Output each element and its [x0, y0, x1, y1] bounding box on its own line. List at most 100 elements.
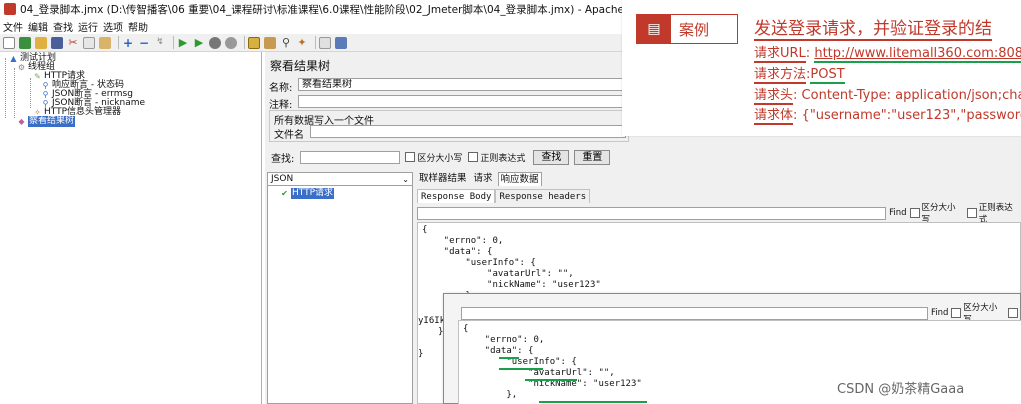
tab-request[interactable]: 请求 — [472, 172, 495, 186]
result-tabs: 取样器结果 请求 响应数据 — [417, 172, 1021, 186]
test-plan-tree: ▲ 测试计划 ⚙ 线程组 ✎ HTTP请求 ⚲ 响应断言 - 状态码 ⚲ JSO… — [0, 52, 262, 404]
highlight-underline — [525, 379, 577, 381]
jmeter-app-icon — [4, 3, 16, 15]
clear-all-icon[interactable] — [264, 36, 276, 49]
toolbar-separator — [173, 36, 174, 49]
case-badge-label: 案例 — [679, 20, 710, 39]
toolbar-separator — [244, 36, 245, 49]
cut-icon[interactable]: ✂ — [67, 37, 79, 49]
menu-run[interactable]: 运行 — [78, 19, 98, 34]
function-helper-icon[interactable] — [319, 36, 331, 49]
start-icon[interactable]: ▶ — [177, 37, 189, 49]
code-line: "data": { — [422, 247, 493, 257]
paste-icon[interactable] — [99, 36, 111, 49]
menu-file[interactable]: 文件 — [3, 19, 23, 34]
search-label: 查找: — [271, 153, 295, 165]
listener-icon: ◆ — [18, 117, 25, 126]
start-no-pause-icon[interactable]: ▶ — [193, 37, 205, 49]
tree-item-view-results-tree[interactable]: ◆ 察看结果树 — [17, 116, 76, 127]
find-bar: Find 区分大小写 正则表达式 — [417, 203, 1021, 225]
window-title: 04_登录脚本.jmx (D:\传智播客\06 重要\04_课程研讨\标准课程\… — [20, 3, 685, 16]
clear-icon[interactable] — [248, 36, 260, 49]
write-results-group: 所有数据写入一个文件 文件名 — [269, 110, 629, 142]
success-icon: ✔ — [281, 189, 288, 198]
stop-icon[interactable] — [209, 36, 221, 49]
open-icon[interactable] — [35, 36, 47, 49]
tree-connector — [14, 68, 15, 118]
help-icon[interactable] — [335, 36, 347, 49]
header-value: Content-Type: application/json;chars — [801, 88, 1021, 103]
toggle-icon[interactable]: ↯ — [154, 37, 166, 49]
shutdown-icon[interactable] — [225, 36, 237, 49]
expand-icon[interactable]: + — [122, 37, 134, 49]
menu-options[interactable]: 选项 — [103, 19, 123, 34]
find-regex-checkbox[interactable] — [966, 208, 977, 218]
filename-label: 文件名 — [274, 130, 304, 141]
chevron-down-icon: ⌄ — [402, 175, 409, 184]
popup-find-case-checkbox[interactable] — [951, 308, 962, 318]
templates-icon[interactable] — [19, 36, 31, 49]
menu-help[interactable]: 帮助 — [128, 19, 148, 34]
popup-find-input[interactable] — [461, 306, 928, 320]
copy-icon[interactable] — [83, 36, 95, 49]
tree-connector — [5, 58, 6, 118]
card-row-header: 请求头: Content-Type: application/json;char… — [754, 84, 1021, 105]
regex-checkbox[interactable] — [468, 152, 479, 162]
code-line: "errno": 0, — [463, 335, 545, 345]
comment-label: 注释: — [269, 100, 293, 111]
reset-search-icon[interactable]: ✦ — [296, 37, 308, 49]
search-icon[interactable]: ⚲ — [280, 37, 292, 49]
code-line: { — [422, 225, 428, 235]
code-line: "userInfo": { — [422, 258, 536, 268]
search-row: 查找: 区分大小写 正则表达式 查找 重置 — [265, 148, 1021, 166]
case-annotation-card: ▤ 案例 发送登录请求，并验证登录的结 请求URL: http://www.li… — [622, 0, 1021, 136]
highlight-underline — [499, 368, 543, 370]
regex-label: 正则表达式 — [480, 153, 526, 164]
highlight-underline — [539, 401, 647, 403]
code-line: "data": { — [463, 346, 534, 356]
find-label: Find — [889, 208, 907, 218]
renderer-dropdown[interactable]: JSON ⌄ — [268, 173, 412, 186]
body-key: 请求体 — [754, 108, 794, 125]
search-input[interactable] — [300, 150, 401, 164]
code-line: { — [463, 324, 469, 334]
method-key: 请求方法 — [754, 67, 807, 84]
header-key: 请求头 — [754, 88, 794, 105]
menu-search[interactable]: 查找 — [53, 19, 73, 34]
body-value: {"username":"user123","password":"u — [801, 108, 1021, 123]
tree-connector — [30, 78, 31, 108]
case-sensitive-label: 区分大小写 — [417, 153, 463, 164]
tab-sampler-result[interactable]: 取样器结果 — [417, 172, 469, 186]
code-line: "userInfo": { — [463, 357, 577, 367]
method-value: POST — [810, 67, 845, 84]
find-case-checkbox[interactable] — [909, 208, 920, 218]
document-icon: ▤ — [637, 15, 671, 43]
name-field[interactable]: 察看结果树 — [298, 78, 628, 91]
search-button[interactable]: 查找 — [533, 149, 570, 165]
comment-field[interactable] — [298, 95, 628, 108]
card-row-url: 请求URL: http://www.litemall360.com:8080/w — [754, 42, 1021, 63]
code-line: yI6Ik — [418, 316, 446, 326]
name-label: 名称: — [269, 83, 293, 94]
new-icon[interactable] — [3, 36, 15, 49]
panel-title: 察看结果树 — [270, 59, 331, 73]
renderer-value: JSON — [271, 174, 294, 184]
result-sample-http-request[interactable]: ✔ HTTP请求 — [280, 188, 335, 199]
collapse-icon[interactable]: − — [138, 37, 150, 49]
case-sensitive-checkbox[interactable] — [405, 152, 416, 162]
reset-button[interactable]: 重置 — [574, 149, 611, 165]
results-tree: JSON ⌄ ✔ HTTP请求 — [267, 172, 413, 404]
subtab-response-headers[interactable]: Response headers — [495, 189, 591, 203]
subtab-response-body[interactable]: Response Body — [417, 189, 496, 203]
tab-response-data[interactable]: 响应数据 — [497, 172, 542, 186]
find-input[interactable] — [417, 206, 887, 220]
case-badge: ▤ 案例 — [636, 14, 738, 44]
filename-field[interactable] — [310, 125, 626, 138]
menu-edit[interactable]: 编辑 — [28, 19, 48, 34]
thread-group-icon: ⚙ — [17, 63, 26, 72]
toolbar-separator — [118, 36, 119, 49]
popup-find-regex-checkbox[interactable] — [1008, 308, 1018, 318]
save-icon[interactable] — [51, 36, 63, 49]
code-line: } — [418, 349, 424, 359]
card-row-body: 请求体: {"username":"user123","password":"u — [754, 104, 1021, 125]
